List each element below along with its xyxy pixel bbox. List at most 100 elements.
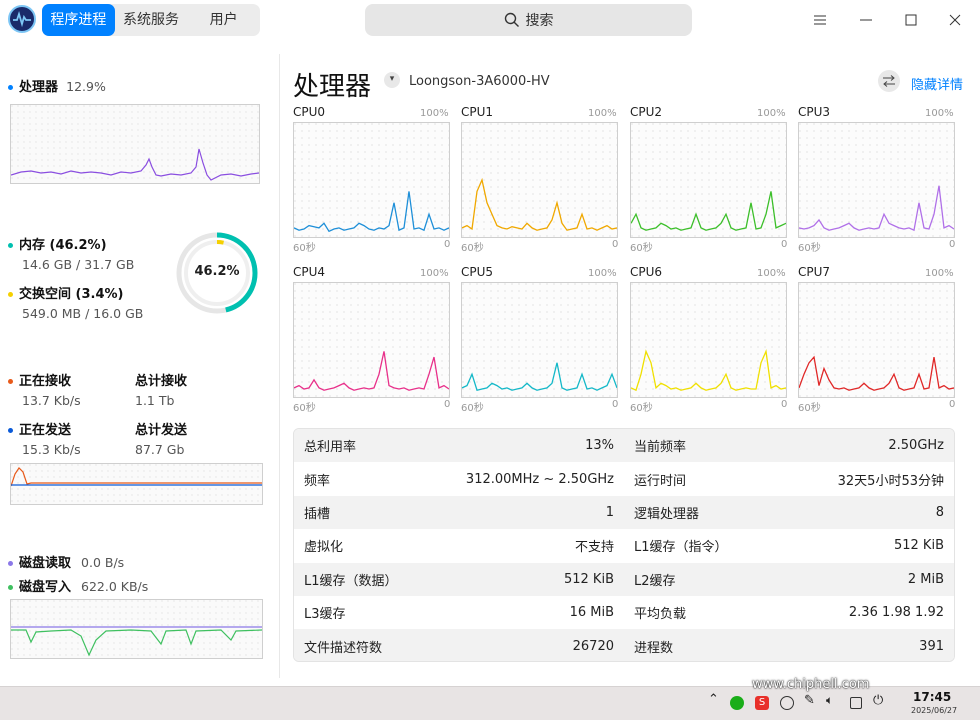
cpu-graph xyxy=(461,122,618,238)
memory-dot xyxy=(8,243,13,248)
detail-key: 频率 xyxy=(304,473,331,489)
axis-left-label: 60秒 xyxy=(798,403,821,414)
cpu-max-label: 100% xyxy=(588,108,617,119)
total-recv-label: 总计接收 xyxy=(135,374,188,389)
detail-cell: 虚拟化 不支持 xyxy=(294,529,624,562)
close-button[interactable] xyxy=(932,0,978,40)
axis-right-label: 0 xyxy=(949,239,956,250)
power-icon[interactable]: ⏻ xyxy=(873,693,883,708)
view-toggle-button[interactable] xyxy=(878,70,900,92)
tab-services[interactable]: 系统服务 xyxy=(115,4,188,36)
volume-icon[interactable]: 🔈︎ xyxy=(826,693,833,708)
cpu-graph xyxy=(293,282,450,398)
detail-cell: L1缓存（指令） 512 KiB xyxy=(624,529,954,562)
axis-left-label: 60秒 xyxy=(461,403,484,414)
detail-key: 逻辑处理器 xyxy=(634,506,700,522)
cpu-graph xyxy=(798,282,955,398)
cpu-graph xyxy=(293,122,450,238)
search-icon xyxy=(504,12,519,27)
send-dot xyxy=(8,428,13,433)
detail-key: L2缓存 xyxy=(634,573,676,589)
detail-cell: 频率 312.00MHz ~ 2.50GHz xyxy=(294,462,624,495)
axis-left-label: 60秒 xyxy=(293,243,316,254)
model-dropdown-icon[interactable]: ▾ xyxy=(384,72,400,88)
detail-value: 312.00MHz ~ 2.50GHz xyxy=(465,471,614,487)
app-logo-icon xyxy=(8,5,36,33)
cpu-label: CPU0 xyxy=(293,105,326,119)
cpu-max-label: 100% xyxy=(588,268,617,279)
disk-read-value: 0.0 B/s xyxy=(81,555,125,570)
detail-cell: L2缓存 2 MiB xyxy=(624,563,954,596)
cpu-max-label: 100% xyxy=(420,108,449,119)
disk-summary[interactable]: 磁盘读取 0.0 B/s 磁盘写入 622.0 KB/s xyxy=(8,552,148,595)
cpu-graph xyxy=(461,282,618,398)
cpu-label: CPU2 xyxy=(630,105,663,119)
wechat-icon[interactable] xyxy=(730,696,744,710)
detail-cell: 总利用率 13% xyxy=(294,429,624,462)
recv-dot xyxy=(8,379,13,384)
cpu-value: 12.9% xyxy=(66,79,106,94)
menu-icon xyxy=(814,15,826,25)
cpu-summary-graph xyxy=(10,104,260,184)
storage-icon[interactable] xyxy=(850,697,862,709)
cpu-max-label: 100% xyxy=(420,268,449,279)
cpu-graph xyxy=(630,122,787,238)
detail-value: 512 KiB xyxy=(893,538,944,554)
detail-value: 16 MiB xyxy=(569,605,614,621)
memory-ring: 46.2% xyxy=(174,230,260,316)
axis-left-label: 60秒 xyxy=(461,243,484,254)
detail-key: 运行时间 xyxy=(634,473,687,489)
swap-detail: 549.0 MB / 16.0 GB xyxy=(22,306,144,321)
search-placeholder: 搜索 xyxy=(525,13,554,29)
summary-panel: 处理器 12.9% 内存 (46.2%) 14.6 GB / 31.7 GB 交… xyxy=(0,42,276,686)
send-label: 正在发送 xyxy=(19,423,72,438)
swap-summary[interactable]: 交换空间 (3.4%) 549.0 MB / 16.0 GB xyxy=(8,283,143,321)
hide-details-link[interactable]: 隐藏详情 xyxy=(911,74,963,93)
detail-value: 26720 xyxy=(572,638,614,654)
disk-read-label: 磁盘读取 xyxy=(19,556,72,571)
detail-key: L1缓存（指令） xyxy=(634,540,728,556)
page-title: 处理器 xyxy=(293,72,372,102)
axis-right-label: 0 xyxy=(444,399,451,410)
detail-cell: 平均负载 2.36 1.98 1.92 xyxy=(624,596,954,629)
clock-time[interactable]: 17:45 xyxy=(913,690,951,704)
swap-label: 交换空间 (3.4%) xyxy=(19,287,124,302)
browser-icon[interactable] xyxy=(780,696,794,710)
detail-key: 插槽 xyxy=(304,506,331,522)
tab-processes[interactable]: 程序进程 xyxy=(42,4,115,36)
system-monitor-window: 程序进程 系统服务 用户 搜索 处理器 12.9% 内存 (46.2%) 14.… xyxy=(0,0,980,686)
detail-row: 插槽 1 逻辑处理器 8 xyxy=(294,495,954,530)
detail-value: 2.50GHz xyxy=(888,438,944,454)
cpu-graph-svg xyxy=(798,123,955,237)
network-graph xyxy=(10,463,263,505)
axis-right-label: 0 xyxy=(781,399,788,410)
detail-cell: L1缓存（数据） 512 KiB xyxy=(294,563,624,596)
disk-write-dot xyxy=(8,585,13,590)
total-recv-value: 1.1 Tb xyxy=(135,393,175,408)
disk-write-label: 磁盘写入 xyxy=(19,580,72,595)
memory-summary[interactable]: 内存 (46.2%) 14.6 GB / 31.7 GB xyxy=(8,234,134,272)
detail-cell: 运行时间 32天5小时53分钟 xyxy=(624,462,954,495)
tray-chevron-icon[interactable]: ⌃ xyxy=(708,692,719,707)
detail-value: 2 MiB xyxy=(907,571,944,587)
cpu-summary[interactable]: 处理器 12.9% xyxy=(8,76,106,95)
axis-right-label: 0 xyxy=(612,239,619,250)
tab-users[interactable]: 用户 xyxy=(187,4,260,36)
menu-button[interactable] xyxy=(797,0,843,40)
axis-left-label: 60秒 xyxy=(798,243,821,254)
minimize-button[interactable] xyxy=(843,0,889,40)
title-bar: 程序进程 系统服务 用户 搜索 xyxy=(0,0,980,40)
axis-right-label: 0 xyxy=(781,239,788,250)
cpu-label: CPU4 xyxy=(293,265,326,279)
detail-key: 当前频率 xyxy=(634,440,687,456)
detail-value: 32天5小时53分钟 xyxy=(837,473,944,489)
detail-key: L3缓存 xyxy=(304,607,346,623)
search-box[interactable]: 搜索 xyxy=(365,4,692,36)
maximize-button[interactable] xyxy=(888,0,934,40)
cpu-graph-svg xyxy=(293,283,450,397)
detail-key: 文件描述符数 xyxy=(304,640,383,656)
detail-row: 总利用率 13% 当前频率 2.50GHz xyxy=(294,429,954,463)
clock-date[interactable]: 2025/06/27 xyxy=(911,706,957,715)
input-method-icon[interactable]: S xyxy=(755,696,769,710)
pen-icon[interactable]: ✎ xyxy=(804,693,815,708)
